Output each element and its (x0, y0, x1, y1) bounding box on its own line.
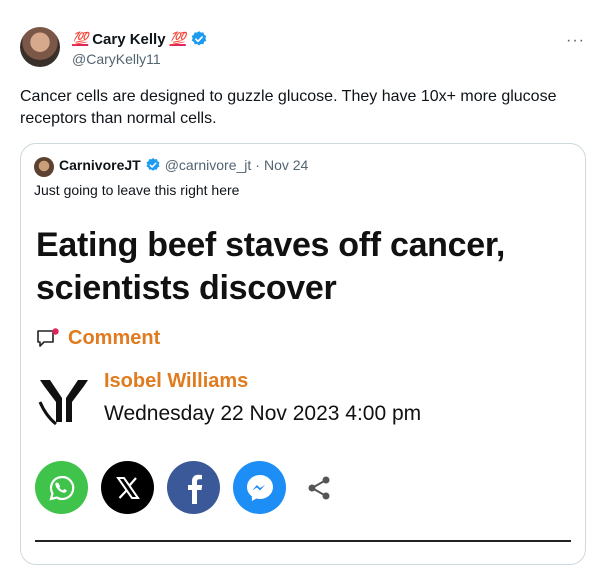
quoted-tweet-header: CarnivoreJT @carnivore_jt · Nov 24 (59, 157, 308, 173)
quoted-author-name: CarnivoreJT (59, 157, 141, 173)
article-author: Isobel Williams (104, 370, 249, 392)
hundred-points-emoji: 💯 (72, 31, 89, 46)
share-buttons (35, 461, 339, 514)
quoted-author-handle: @carnivore_jt (164, 157, 252, 173)
article-headline: Eating beef staves off cancer, scientist… (36, 226, 506, 307)
facebook-icon (167, 461, 220, 514)
share-icon (299, 461, 339, 514)
comment-icon (37, 327, 59, 347)
author-display-name[interactable]: Cary Kelly (92, 31, 165, 48)
author-name-row[interactable]: 💯 Cary Kelly 💯 (72, 30, 208, 48)
more-options-icon[interactable]: ··· (566, 32, 585, 50)
tweet-text: Cancer cells are designed to guzzle gluc… (20, 88, 557, 127)
hundred-points-emoji: 💯 (169, 31, 186, 46)
whatsapp-icon (35, 461, 88, 514)
author-handle[interactable]: @CaryKelly11 (72, 51, 161, 67)
quoted-author-avatar (34, 157, 54, 177)
author-avatar[interactable] (20, 27, 60, 67)
messenger-icon (233, 461, 286, 514)
quoted-tweet-card[interactable]: CarnivoreJT @carnivore_jt · Nov 24 Just … (20, 143, 586, 565)
article-published-date: Wednesday 22 Nov 2023 4:00 pm (104, 402, 422, 425)
verified-badge-icon (191, 31, 207, 46)
comment-link: Comment (36, 327, 160, 350)
x-icon (101, 461, 154, 514)
quoted-tweet-date: Nov 24 (263, 157, 309, 173)
divider (35, 540, 571, 542)
verified-badge-icon (146, 158, 160, 171)
author-logo-icon (38, 380, 88, 426)
meta-separator: · (255, 157, 260, 173)
quoted-tweet-text: Just going to leave this right here (34, 182, 240, 198)
comment-label: Comment (68, 327, 161, 349)
